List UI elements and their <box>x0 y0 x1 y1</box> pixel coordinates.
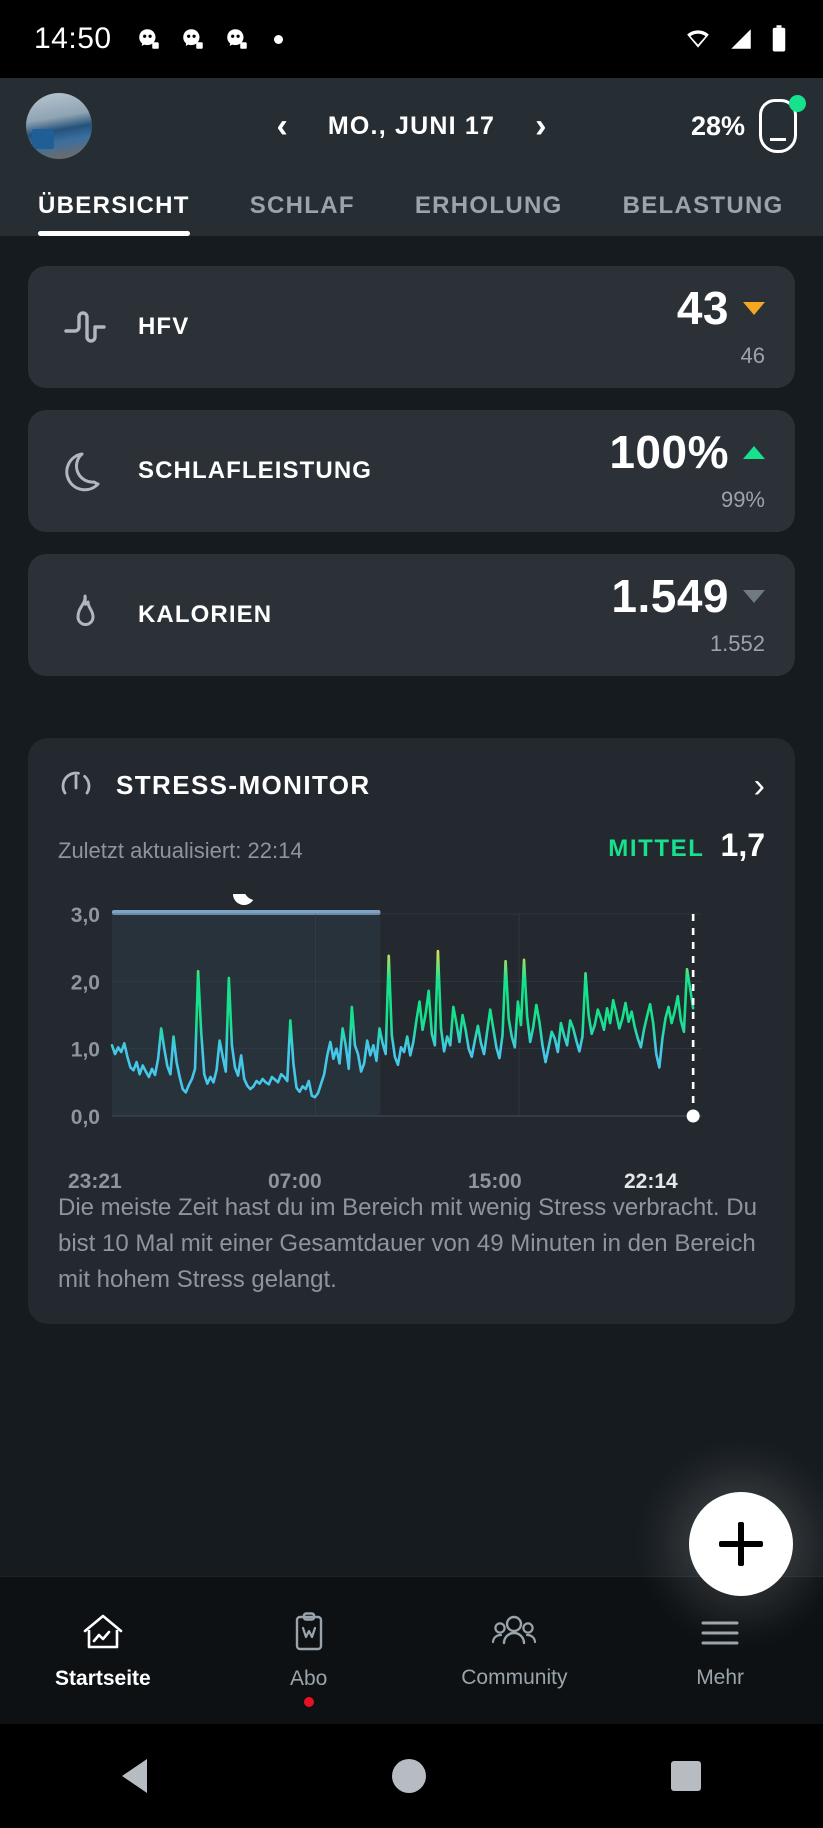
home-icon <box>80 1611 126 1655</box>
metric-baseline-schlafleistung: 99% <box>609 487 765 513</box>
clipboard-w-icon <box>288 1611 330 1655</box>
tab-schlaf[interactable]: SCHLAF <box>250 192 355 236</box>
next-day-button[interactable]: › <box>535 109 546 143</box>
avatar[interactable] <box>26 93 92 159</box>
metric-label-kalorien: KALORIEN <box>138 601 272 629</box>
tab-belastung[interactable]: BELASTUNG <box>623 192 784 236</box>
dot-icon <box>274 35 283 44</box>
x-tick-2: 15:00 <box>468 1170 522 1194</box>
bottom-navigation: Startseite Abo Community Mehr <box>0 1576 823 1724</box>
trend-up-icon <box>743 446 765 459</box>
section-spacer <box>28 698 795 738</box>
discord-icon <box>136 26 162 52</box>
tab-erholung[interactable]: ERHOLUNG <box>415 192 563 236</box>
main-scroll-area: HFV 43 46 SCHLAFLEISTUNG 100% 99% KALORI… <box>0 236 823 1588</box>
gauge-icon <box>58 766 94 805</box>
discord-icon <box>224 26 250 52</box>
stress-chart[interactable]: 0,01,02,03,0 23:21 07:00 15:00 22:14 <box>58 894 765 1164</box>
metric-baseline-kalorien: 1.552 <box>611 631 765 657</box>
moon-icon <box>58 448 112 494</box>
stress-chart-svg: 0,0 1,0 2,0 3,0 <box>58 894 706 1162</box>
metric-values-kalorien: 1.549 1.552 <box>611 573 765 657</box>
average-label: MITTEL <box>608 835 704 863</box>
trend-flat-icon <box>743 590 765 603</box>
plus-icon <box>719 1522 763 1566</box>
metric-card-schlafleistung[interactable]: SCHLAFLEISTUNG 100% 99% <box>28 410 795 532</box>
nav-item-community[interactable]: Community <box>412 1612 618 1690</box>
status-bar-system-icons <box>683 24 789 54</box>
hamburger-menu-icon <box>696 1612 744 1654</box>
battery-icon <box>769 24 789 54</box>
average-stress: MITTEL 1,7 <box>608 827 765 864</box>
x-tick-0: 23:21 <box>68 1170 122 1194</box>
metric-label-schlafleistung: SCHLAFLEISTUNG <box>138 457 372 485</box>
nav-item-startseite[interactable]: Startseite <box>0 1611 206 1691</box>
svg-text:1,0: 1,0 <box>71 1039 100 1062</box>
nav-item-abo[interactable]: Abo <box>206 1611 412 1691</box>
recents-square-icon[interactable] <box>671 1761 701 1791</box>
cellular-signal-icon <box>727 26 755 52</box>
stress-monitor-subheader: Zuletzt aktualisiert: 22:14 MITTEL 1,7 <box>58 827 765 864</box>
stress-description: Die meiste Zeit hast du im Bereich mit w… <box>58 1190 765 1298</box>
nav-label-abo: Abo <box>290 1667 327 1691</box>
community-people-icon <box>489 1612 539 1654</box>
metric-baseline-hfv: 46 <box>677 343 765 369</box>
metric-card-hfv[interactable]: HFV 43 46 <box>28 266 795 388</box>
metric-label-hfv: HFV <box>138 313 189 341</box>
android-status-bar: 14:50 <box>0 0 823 78</box>
section-tabs: ÜBERSICHT SCHLAF ERHOLUNG BELASTUNG <box>0 174 823 236</box>
svg-text:0,0: 0,0 <box>71 1106 100 1129</box>
metric-value-hfv: 43 <box>677 285 729 331</box>
status-bar-notification-icons <box>136 26 283 52</box>
android-navigation-bar <box>0 1724 823 1828</box>
average-value: 1,7 <box>721 827 765 864</box>
stress-monitor-header: STRESS-MONITOR › <box>58 766 765 805</box>
nav-label-mehr: Mehr <box>696 1666 744 1690</box>
tab-uebersicht[interactable]: ÜBERSICHT <box>38 192 190 236</box>
back-triangle-icon[interactable] <box>122 1759 147 1793</box>
metric-card-kalorien[interactable]: KALORIEN 1.549 1.552 <box>28 554 795 676</box>
hrv-wave-icon <box>58 309 112 345</box>
nav-badge-abo <box>304 1697 314 1707</box>
home-circle-icon[interactable] <box>392 1759 426 1793</box>
x-tick-3: 22:14 <box>624 1170 678 1194</box>
whoop-strap-icon <box>759 99 797 153</box>
wifi-icon <box>683 26 713 52</box>
metric-values-schlafleistung: 100% 99% <box>609 429 765 513</box>
trend-down-icon <box>743 302 765 315</box>
stress-monitor-title: STRESS-MONITOR <box>116 770 371 801</box>
add-activity-fab[interactable] <box>689 1492 793 1596</box>
last-updated-label: Zuletzt aktualisiert: 22:14 <box>58 838 303 864</box>
nav-item-mehr[interactable]: Mehr <box>617 1612 823 1690</box>
battery-percent-label: 28% <box>691 111 745 142</box>
stress-monitor-card[interactable]: STRESS-MONITOR › Zuletzt aktualisiert: 2… <box>28 738 795 1324</box>
flame-icon <box>58 592 112 638</box>
metric-value-kalorien: 1.549 <box>611 573 729 619</box>
x-tick-1: 07:00 <box>268 1170 322 1194</box>
previous-day-button[interactable]: ‹ <box>277 109 288 143</box>
chevron-right-icon[interactable]: › <box>754 769 765 803</box>
device-battery-indicator[interactable]: 28% <box>691 99 797 153</box>
app-header: ‹ MO., JUNI 17 › 28% <box>0 78 823 174</box>
discord-icon <box>180 26 206 52</box>
current-date-label: MO., JUNI 17 <box>328 112 495 141</box>
chart-x-axis-labels: 23:21 07:00 15:00 22:14 <box>58 1170 765 1200</box>
nav-label-startseite: Startseite <box>55 1667 151 1691</box>
metric-values-hfv: 43 46 <box>677 285 765 369</box>
svg-text:3,0: 3,0 <box>71 904 100 927</box>
svg-text:2,0: 2,0 <box>71 971 100 994</box>
metric-value-schlafleistung: 100% <box>609 429 729 475</box>
nav-label-community: Community <box>461 1666 567 1690</box>
status-bar-clock: 14:50 <box>34 22 112 56</box>
